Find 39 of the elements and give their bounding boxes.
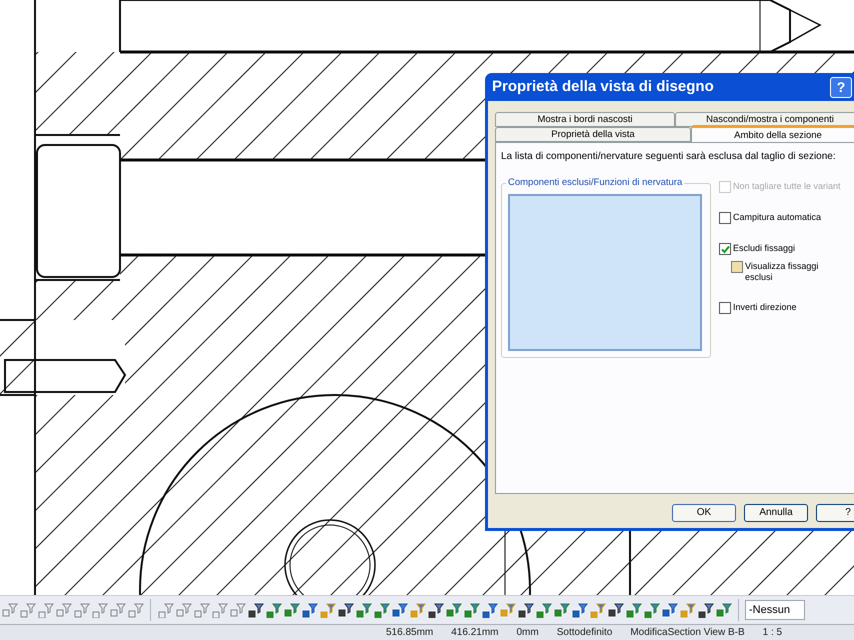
dropdown-field[interactable]: -Nessun <box>745 600 805 620</box>
check-icon <box>720 244 730 254</box>
filter-icon[interactable] <box>518 602 534 618</box>
filter-icon[interactable] <box>608 602 624 618</box>
checkbox[interactable] <box>719 302 731 314</box>
filter-icon[interactable] <box>392 602 408 618</box>
dialog-button[interactable]: OK <box>672 504 736 522</box>
tab[interactable]: Proprietà della vista <box>495 127 691 142</box>
dialog-title: Proprietà della vista di disegno <box>492 78 714 96</box>
filter-icon[interactable] <box>662 602 678 618</box>
tab[interactable]: Ambito della sezione <box>691 125 854 142</box>
description-text: La lista di componenti/nervature seguenti sarà esclusa dal taglio di sezione: <box>501 151 837 163</box>
status-text: ModificaSection View B-B <box>630 626 745 638</box>
tab[interactable]: Mostra i bordi nascosti <box>495 112 675 127</box>
filter-icon[interactable] <box>572 602 588 618</box>
option-label: Campitura automatica <box>733 212 822 223</box>
dialog-button[interactable]: Annulla <box>744 504 808 522</box>
filter-icon[interactable] <box>248 602 264 618</box>
option-label: Inverti direzione <box>733 302 797 313</box>
list-box[interactable] <box>508 194 702 351</box>
filter-icon[interactable] <box>698 602 714 618</box>
filter-icon[interactable] <box>482 602 498 618</box>
checkbox[interactable] <box>719 212 731 224</box>
status-text: 516.85mm <box>386 626 434 638</box>
group-title: Componenti esclusi/Funzioni di nervatura <box>506 177 684 189</box>
status-text: Sottodefinito <box>556 626 612 638</box>
option-label: Visualizza fissaggi esclusi <box>745 261 820 283</box>
status-text: 1 : 5 <box>762 626 782 638</box>
status-text: 0mm <box>516 626 539 638</box>
option-label: Escludi fissaggi <box>733 243 796 254</box>
checkbox[interactable] <box>731 261 743 273</box>
status-text: 416.21mm <box>451 626 498 638</box>
help-button[interactable]: ? <box>830 76 852 98</box>
filter-icon[interactable] <box>338 602 354 618</box>
checkbox[interactable] <box>719 243 731 255</box>
filter-icon[interactable] <box>428 602 444 618</box>
option-label: Non tagliare tutte le variant <box>733 181 841 192</box>
dialog-button[interactable]: ? <box>816 504 854 522</box>
filter-icon[interactable] <box>302 602 318 618</box>
